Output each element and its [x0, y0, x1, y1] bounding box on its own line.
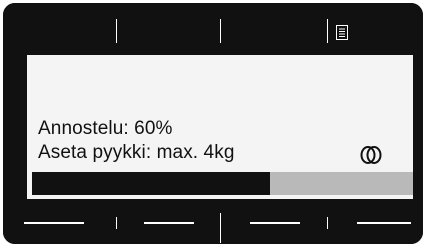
bottom-softkey-3[interactable]	[250, 222, 300, 224]
progress-bar-fill	[32, 172, 271, 195]
main-screen: Annostelu: 60% Aseta pyykki: max. 4kg	[27, 55, 413, 199]
bottom-divider-1	[116, 217, 117, 229]
bottom-softkey-bar	[3, 199, 423, 244]
dosing-label: Annostelu: 60%	[38, 118, 173, 139]
top-softkey-divider-1[interactable]	[116, 19, 117, 43]
load-label: Aseta pyykki: max. 4kg	[38, 142, 235, 163]
progress-bar	[32, 172, 413, 195]
top-softkey-divider-3[interactable]	[327, 19, 328, 43]
top-softkey-divider-2[interactable]	[220, 19, 221, 43]
bottom-softkey-1[interactable]	[24, 222, 84, 224]
drum-icon	[360, 146, 382, 164]
document-icon[interactable]	[336, 25, 348, 40]
top-softkey-bar	[3, 3, 423, 55]
bottom-divider-2	[220, 213, 221, 243]
bottom-divider-3	[327, 217, 328, 229]
appliance-display-frame: Annostelu: 60% Aseta pyykki: max. 4kg	[3, 3, 423, 244]
bottom-softkey-2[interactable]	[144, 222, 194, 224]
bottom-softkey-4[interactable]	[357, 222, 411, 224]
